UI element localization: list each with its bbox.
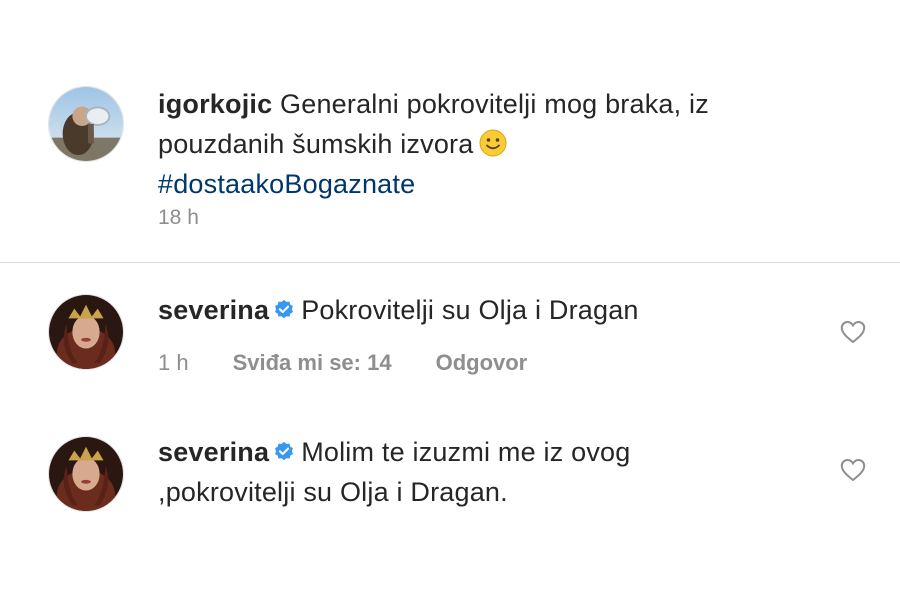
avatar-igorkojic[interactable] xyxy=(48,86,124,162)
avatar-image xyxy=(49,295,123,369)
comment-timestamp: 1 h xyxy=(158,350,189,375)
comment-username[interactable]: severina xyxy=(158,437,269,467)
comment-text: Pokrovitelji su Olja i Dragan xyxy=(301,295,639,325)
heart-icon[interactable] xyxy=(840,320,866,344)
avatar-severina[interactable] xyxy=(48,294,124,370)
comment-meta: 1 h Sviđa mi se: 14 Odgovor xyxy=(158,350,571,376)
comment-item: severina Pokrovitelji su Olja i Dragan 1 … xyxy=(48,294,878,404)
verified-badge-icon xyxy=(273,441,295,463)
slightly-smiling-face-emoji-icon xyxy=(479,129,507,157)
avatar-severina[interactable] xyxy=(48,436,124,512)
divider xyxy=(0,262,900,263)
caption-text-block: igorkojic Generalni pokrovitelji mog bra… xyxy=(158,84,758,204)
verified-badge-icon xyxy=(273,299,295,321)
comment-likes-count[interactable]: Sviđa mi se: 14 xyxy=(233,350,392,376)
reply-button[interactable]: Odgovor xyxy=(436,350,528,376)
heart-icon[interactable] xyxy=(840,458,866,482)
caption-hashtag[interactable]: #dostaakoBogaznate xyxy=(158,164,758,204)
comment-username[interactable]: severina xyxy=(158,295,269,325)
comment-text-block: severina Molim te izuzmi me iz ovog ,pokr… xyxy=(158,432,758,512)
comment-text-block: severina Pokrovitelji su Olja i Dragan xyxy=(158,290,758,330)
comment-item: severina Molim te izuzmi me iz ovog ,pokr… xyxy=(48,436,878,546)
avatar-image xyxy=(49,87,123,161)
caption-username[interactable]: igorkojic xyxy=(158,89,272,119)
post-caption: igorkojic Generalni pokrovitelji mog bra… xyxy=(48,84,868,234)
avatar-image xyxy=(49,437,123,511)
caption-timestamp: 18 h xyxy=(158,206,199,229)
